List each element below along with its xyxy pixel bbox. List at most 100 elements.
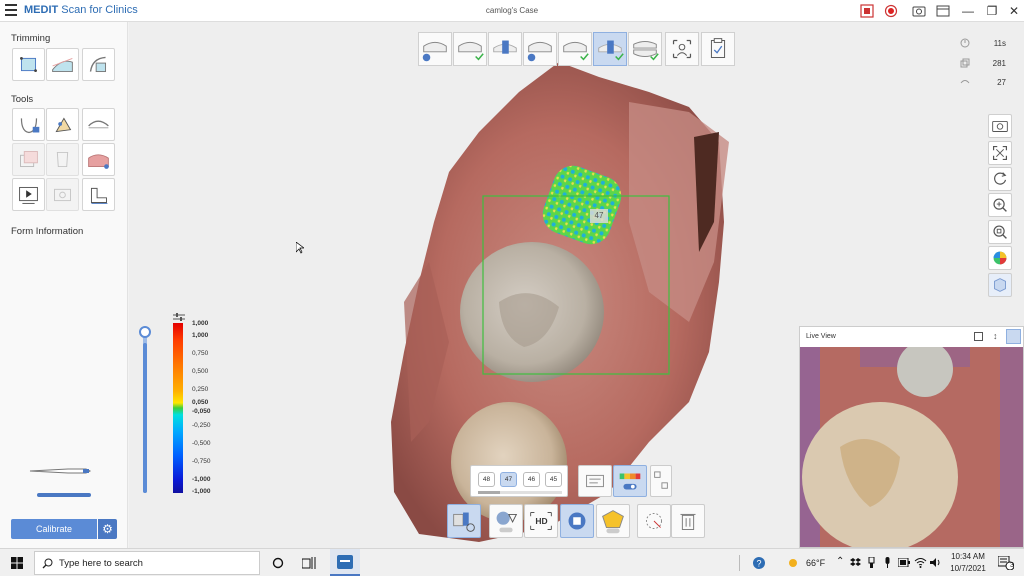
colorbar-label: 1,000 <box>192 332 209 339</box>
calibrate-button[interactable]: Calibrate <box>11 519 97 539</box>
live-view-layout-icon[interactable] <box>1006 329 1021 344</box>
live-camera-image <box>800 347 1023 547</box>
weather-icon[interactable] <box>787 557 799 569</box>
svg-text:HD: HD <box>535 516 547 526</box>
volume-icon[interactable] <box>930 557 942 568</box>
color-map-button[interactable] <box>988 246 1012 270</box>
colorbar-label: -1,000 <box>192 488 211 495</box>
deviation-map-toggle[interactable] <box>613 465 647 497</box>
data-count: 27 <box>997 78 1006 87</box>
medit-app-icon <box>337 555 353 569</box>
colorbar-label: 0,750 <box>192 350 209 357</box>
tooth-selector-scrollbar[interactable] <box>478 491 562 494</box>
lock-area-button[interactable] <box>12 108 45 141</box>
fit-to-screen-button[interactable] <box>988 141 1012 165</box>
dropbox-icon[interactable] <box>850 557 861 568</box>
zoom-area-button[interactable] <box>988 220 1012 244</box>
live-view-pin-icon[interactable]: ↕ <box>993 331 998 341</box>
delete-button[interactable] <box>671 504 705 538</box>
windows-start-icon[interactable] <box>11 557 23 569</box>
gum-tool-button[interactable] <box>82 143 115 176</box>
colorbar-label: -0,750 <box>192 458 211 465</box>
tooth-selector: 48 47 46 45 <box>470 465 568 497</box>
colorbar-settings-icon[interactable] <box>173 313 185 321</box>
cortana-icon[interactable] <box>272 557 284 569</box>
tray-overflow-chevron-icon[interactable]: ⌃ <box>836 556 844 567</box>
screenshot-report-icon[interactable] <box>860 4 874 18</box>
step-lower-scan[interactable] <box>558 32 592 66</box>
battery-icon[interactable] <box>898 558 910 567</box>
colorbar-label: -0,250 <box>192 422 211 429</box>
step-scanbody-upper[interactable] <box>488 32 522 66</box>
snapshot-button[interactable] <box>988 114 1012 138</box>
fill-tool-button[interactable] <box>46 108 79 141</box>
help-icon[interactable]: ? <box>752 556 766 570</box>
tooth-47-button[interactable]: 47 <box>500 472 517 487</box>
restore-button[interactable]: ❐ <box>984 3 1000 19</box>
search-icon <box>42 558 53 569</box>
camera-capture-icon[interactable] <box>912 4 926 18</box>
microphone-icon[interactable] <box>882 557 893 568</box>
weather-temperature[interactable]: 66°F <box>806 558 825 568</box>
live-view-panel: Live View ↕ <box>799 326 1024 548</box>
collapse-toolbar-button[interactable] <box>650 465 672 497</box>
step-lower-jaw[interactable] <box>453 32 487 66</box>
arch-tool-button[interactable] <box>82 108 115 141</box>
calibrate-settings-gear-icon[interactable]: ⚙ <box>98 519 117 539</box>
colorbar-label: 0,500 <box>192 368 209 375</box>
live-view-detach-icon[interactable] <box>974 332 983 341</box>
taskbar-search-box[interactable]: Type here to search <box>34 551 260 575</box>
ai-filter-button[interactable] <box>489 504 523 538</box>
clock-time[interactable]: 10:34 AM <box>948 552 988 561</box>
trim-margin-button[interactable] <box>82 48 115 81</box>
step-scanbody-lower[interactable] <box>593 32 627 66</box>
brightness-slider-knob[interactable] <box>139 326 151 338</box>
step-face-scan[interactable] <box>665 32 699 66</box>
task-view-icon[interactable] <box>302 557 316 569</box>
colorbar-label: 0,250 <box>192 386 209 393</box>
form-information-title: Form Information <box>11 226 84 237</box>
step-occlusion[interactable] <box>523 32 557 66</box>
colorbar-label: 1,000 <box>192 320 209 327</box>
trim-plane-button[interactable] <box>46 48 79 81</box>
trimming-title: Trimming <box>11 33 51 44</box>
timer-icon <box>960 38 970 48</box>
frame-count: 281 <box>992 59 1006 68</box>
minimize-button[interactable]: — <box>960 3 976 19</box>
step-review-checklist[interactable] <box>701 32 735 66</box>
usb-icon[interactable] <box>866 557 877 568</box>
record-icon[interactable] <box>884 4 898 18</box>
frames-icon <box>960 58 970 68</box>
data-count-icon <box>960 80 970 84</box>
step-upper-jaw[interactable] <box>418 32 452 66</box>
playback-button[interactable] <box>12 178 45 211</box>
tools-title: Tools <box>11 94 34 105</box>
zoom-in-button[interactable] <box>988 193 1012 217</box>
compare-tool-button[interactable] <box>12 143 45 176</box>
taskbar-medit-app[interactable] <box>330 549 360 576</box>
ai-scan-button[interactable] <box>596 504 630 538</box>
svg-text:?: ? <box>757 559 762 569</box>
capture-tool-button[interactable] <box>46 178 79 211</box>
tooth-48-button[interactable]: 48 <box>478 472 495 487</box>
close-button[interactable]: ✕ <box>1006 3 1022 19</box>
tooth-tool-button[interactable] <box>46 143 79 176</box>
scan-mode-button[interactable] <box>447 504 481 538</box>
tooth-46-button[interactable]: 46 <box>523 472 540 487</box>
layout-icon[interactable] <box>936 4 950 18</box>
scan-options-button[interactable] <box>578 465 612 497</box>
brightness-slider[interactable] <box>143 333 147 493</box>
reset-view-button[interactable] <box>988 167 1012 191</box>
stop-scan-button[interactable] <box>560 504 594 538</box>
texture-toggle-button[interactable] <box>988 273 1012 297</box>
colorbar-label: 0,050 <box>192 399 209 406</box>
hd-mode-button[interactable]: HD <box>524 504 558 538</box>
selection-tool-button[interactable] <box>637 504 671 538</box>
measure-tool-button[interactable] <box>82 178 115 211</box>
wifi-icon[interactable] <box>914 557 927 568</box>
tooth-45-button[interactable]: 45 <box>545 472 562 487</box>
trim-lasso-button[interactable] <box>12 48 45 81</box>
clock-date[interactable]: 10/7/2021 <box>946 564 990 573</box>
step-bite[interactable] <box>628 32 662 66</box>
tooth-number-label: 47 <box>594 211 604 220</box>
